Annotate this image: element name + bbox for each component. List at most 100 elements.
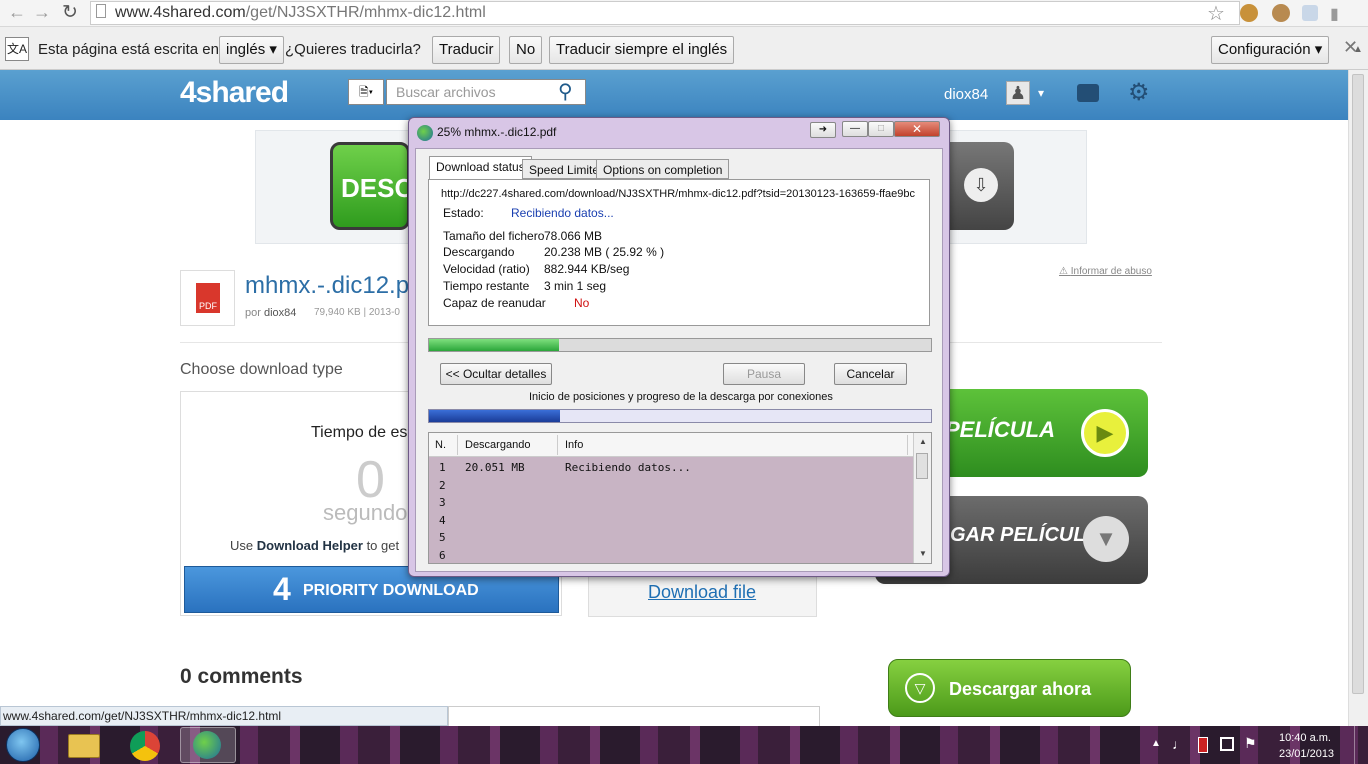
download-progress-fill bbox=[429, 339, 560, 351]
pdf-file-icon: PDF bbox=[180, 270, 235, 326]
download-app-icon bbox=[193, 731, 221, 759]
chevron-down-icon[interactable]: ▾ bbox=[1038, 86, 1044, 100]
explorer-icon[interactable] bbox=[68, 734, 100, 758]
page-scrollbar[interactable]: ▲ bbox=[1348, 44, 1368, 726]
table-cell-n: 1 bbox=[439, 461, 446, 474]
comments-title: 0 comments bbox=[180, 665, 303, 688]
no-button[interactable]: No bbox=[509, 36, 543, 64]
table-row[interactable]: 1 20.051 MB Recibiendo datos... bbox=[429, 459, 913, 477]
download-file-link[interactable]: Download file bbox=[648, 582, 756, 603]
col-divider bbox=[557, 435, 558, 455]
file-meta: 79,940 KB | 2013-0 bbox=[314, 307, 400, 318]
site-header: 4shared 🗎▾ Buscar archivos ⚲ diox84 ♟ ▾ … bbox=[0, 70, 1368, 120]
file-author[interactable]: diox84 bbox=[264, 307, 296, 319]
table-row[interactable]: 6 bbox=[429, 547, 913, 563]
dialog-app-icon bbox=[417, 125, 433, 141]
table-cell-dl: 20.051 MB bbox=[465, 461, 525, 474]
hide-details-button[interactable]: << Ocultar detalles bbox=[440, 363, 552, 385]
table-row[interactable]: 2 bbox=[429, 477, 913, 495]
report-abuse-link[interactable]: ⚠ Informar de abuso bbox=[1059, 266, 1152, 277]
col-n[interactable]: N. bbox=[435, 439, 446, 451]
flag-icon[interactable]: ⚑ bbox=[1244, 735, 1257, 752]
table-cell-n: 2 bbox=[439, 478, 446, 492]
maximize-button[interactable]: □ bbox=[868, 121, 894, 137]
table-row[interactable]: 4 bbox=[429, 512, 913, 530]
scroll-up-icon[interactable]: ▲ bbox=[1353, 44, 1363, 55]
volume-icon[interactable]: ♩ bbox=[1172, 736, 1186, 752]
table-cell-n: 6 bbox=[439, 548, 446, 562]
extension-cookie-icon[interactable] bbox=[1240, 4, 1258, 22]
network-icon[interactable] bbox=[1220, 737, 1234, 751]
start-button[interactable] bbox=[6, 728, 40, 762]
translate-button[interactable]: Traducir bbox=[432, 36, 501, 64]
download-now-button[interactable]: ▽ Descargar ahora bbox=[888, 659, 1131, 717]
search-input[interactable]: Buscar archivos bbox=[386, 79, 586, 105]
download-app-taskbar-icon[interactable] bbox=[180, 727, 236, 763]
download-helper-link[interactable]: Download Helper bbox=[257, 538, 363, 553]
translate-icon: 文A bbox=[5, 37, 29, 61]
tray-app-icon[interactable] bbox=[1198, 737, 1208, 753]
chrome-icon[interactable] bbox=[130, 731, 160, 761]
comment-box[interactable] bbox=[448, 706, 820, 726]
show-desktop-button[interactable] bbox=[1354, 726, 1368, 764]
tab-download-status[interactable]: Download status bbox=[429, 156, 532, 180]
browser-toolbar: ← → ↻ www.4shared.com/get/NJ3SXTHR/mhmx-… bbox=[0, 0, 1368, 27]
reload-icon[interactable]: ↻ bbox=[62, 1, 78, 24]
banner-download-button[interactable]: DESCA bbox=[330, 142, 410, 230]
col-info[interactable]: Info bbox=[565, 439, 583, 451]
tray-arrow-icon[interactable]: ▲ bbox=[1151, 738, 1161, 749]
extension-puzzle-icon[interactable] bbox=[1302, 5, 1318, 21]
language-select[interactable]: inglés ▾ bbox=[219, 36, 284, 64]
wait-unit: segundo bbox=[323, 500, 408, 525]
avatar[interactable]: ♟ bbox=[1006, 81, 1030, 105]
table-scroll-up-icon[interactable]: ▲ bbox=[919, 437, 927, 446]
star-icon[interactable]: ☆ bbox=[1207, 1, 1225, 26]
cancel-button[interactable]: Cancelar bbox=[834, 363, 907, 385]
pause-button[interactable]: Pausa bbox=[723, 363, 805, 385]
settings-button[interactable]: Configuración ▾ bbox=[1211, 36, 1330, 64]
file-type-select[interactable]: 🗎▾ bbox=[348, 79, 384, 105]
signal-icon[interactable]: ▮ bbox=[1330, 4, 1339, 24]
table-scroll-down-icon[interactable]: ▼ bbox=[919, 549, 927, 558]
table-cell-info: Recibiendo datos... bbox=[565, 461, 691, 474]
file-by: por diox84 bbox=[245, 307, 297, 319]
scroll-thumb[interactable] bbox=[1352, 74, 1364, 694]
col-downloading[interactable]: Descargando bbox=[465, 439, 530, 451]
size-value: 78.066 MB bbox=[544, 229, 603, 243]
col-divider bbox=[907, 435, 908, 455]
always-translate-button[interactable]: Traducir siempre el inglés bbox=[549, 36, 735, 64]
estado-value: Recibiendo datos... bbox=[511, 206, 614, 220]
table-row[interactable]: 5 bbox=[429, 529, 913, 547]
resume-label: Capaz de reanudar bbox=[443, 296, 546, 310]
forward-icon[interactable]: → bbox=[33, 2, 51, 23]
dialog-send-button[interactable]: ➜ bbox=[810, 122, 836, 138]
table-scroll-thumb[interactable] bbox=[916, 453, 928, 479]
table-cell-n: 3 bbox=[439, 496, 446, 510]
clock-time[interactable]: 10:40 a.m. bbox=[1279, 732, 1331, 744]
table-cell-n: 5 bbox=[439, 531, 446, 545]
connections-caption: Inicio de posiciones y progreso de la de… bbox=[529, 391, 833, 403]
taskbar: ▲ ♩ ⚑ 10:40 a.m. 23/01/2013 bbox=[0, 726, 1368, 764]
logo[interactable]: 4shared bbox=[180, 76, 289, 110]
connections-table: N. Descargando Info 1 20.051 MB Recibiendo… bbox=[428, 432, 932, 564]
download-now-icon: ▽ bbox=[905, 673, 935, 703]
search-icon[interactable]: ⚲ bbox=[558, 79, 573, 104]
wait-label: Tiempo de esp bbox=[311, 424, 417, 441]
chat-icon[interactable] bbox=[1077, 84, 1099, 102]
table-scrollbar[interactable]: ▲ ▼ bbox=[913, 433, 931, 563]
gear-icon[interactable]: ⚙ bbox=[1128, 78, 1150, 107]
extension-cookie2-icon[interactable] bbox=[1272, 4, 1290, 22]
minimize-button[interactable]: — bbox=[842, 121, 868, 137]
address-bar[interactable]: www.4shared.com/get/NJ3SXTHR/mhmx-dic12.… bbox=[90, 1, 1240, 25]
download-progress-bar bbox=[428, 338, 932, 352]
downloaded-label: Descargando bbox=[443, 245, 515, 259]
dialog-close-button[interactable]: ✕ bbox=[894, 121, 940, 137]
table-row[interactable]: 3 bbox=[429, 494, 913, 512]
back-icon[interactable]: ← bbox=[8, 2, 26, 23]
banner-right-button[interactable]: ⇩ bbox=[940, 142, 1014, 230]
arrow-down-circle-icon: ▼ bbox=[1083, 516, 1129, 562]
username[interactable]: diox84 bbox=[944, 86, 988, 103]
clock-date[interactable]: 23/01/2013 bbox=[1279, 748, 1334, 760]
tab-options-on-completion[interactable]: Options on completion bbox=[596, 159, 730, 179]
page-icon bbox=[96, 4, 106, 18]
